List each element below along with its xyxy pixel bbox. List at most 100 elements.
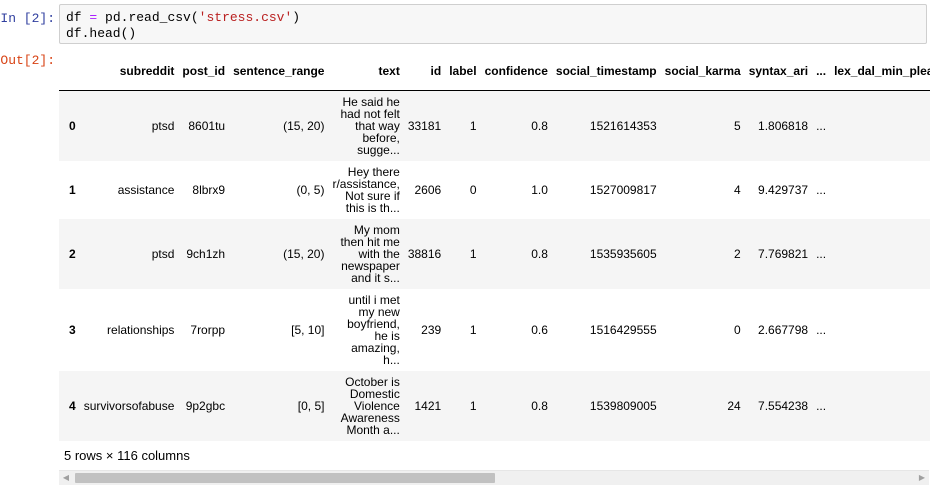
cell-lex-dal-min-pleasantness: 1.000 xyxy=(830,219,930,289)
cell-subreddit: survivorsofabuse xyxy=(83,398,175,413)
row-index: 4 xyxy=(69,398,76,413)
scrollbar-thumb[interactable] xyxy=(75,473,495,483)
cell-social-karma: 4 xyxy=(734,182,741,197)
rows-info: 5 rows × 116 columns xyxy=(64,448,190,463)
cell-sentence-range: (0, 5) xyxy=(296,182,325,197)
cell-text: My mom then hit me with the newspaper an… xyxy=(340,222,400,285)
cell-text: until i met my new boyfriend, he is amaz… xyxy=(347,292,400,367)
cell-social-timestamp: 1539809005 xyxy=(589,398,657,413)
cell-ellipsis: ... xyxy=(816,322,827,337)
row-index: 2 xyxy=(69,246,76,261)
table-row: 1 assistance 8lbrx9 (0, 5) Hey there r/assis… xyxy=(59,161,930,219)
table-row: 0 ptsd 8601tu (15, 20) He said he had not fe… xyxy=(59,90,930,161)
cell-syntax-ari: 7.769821 xyxy=(758,246,809,261)
cell-post-id: 9ch1zh xyxy=(186,246,226,261)
cell-confidence: 1.0 xyxy=(531,182,548,197)
column-header: lex_dal_min_pleasantness xyxy=(830,52,930,91)
cell-social-karma: 24 xyxy=(727,398,741,413)
code-var: df xyxy=(66,10,82,25)
column-header: syntax_ari xyxy=(744,52,813,91)
cell-label: 1 xyxy=(469,398,477,413)
cell-sentence-range: [0, 5] xyxy=(297,398,325,413)
row-index: 1 xyxy=(69,182,76,197)
cell-sentence-range: (15, 20) xyxy=(283,246,325,261)
table-row: 2 ptsd 9ch1zh (15, 20) My mom then hit me wi… xyxy=(59,218,930,289)
cell-text: Hey there r/assistance, Not sure if this… xyxy=(332,164,400,215)
cell-syntax-ari: 1.806818 xyxy=(758,118,809,133)
code-line-1: df = pd.read_csv('stress.csv') xyxy=(66,10,920,26)
cell-sentence-range: (15, 20) xyxy=(283,118,325,133)
scroll-left-icon[interactable]: ◀ xyxy=(59,471,73,485)
column-header: text xyxy=(328,52,404,91)
code-paren: ) xyxy=(292,10,301,25)
column-header xyxy=(59,52,80,91)
code-string: 'stress.csv' xyxy=(198,10,293,25)
cell-label: 1 xyxy=(469,246,477,261)
dataframe-table: subreddit post_id sentence_range text id labe… xyxy=(59,52,930,441)
cell-subreddit: assistance xyxy=(117,182,175,197)
cell-post-id: 8lbrx9 xyxy=(192,182,226,197)
cell-social-karma: 2 xyxy=(734,246,741,261)
cell-subreddit: ptsd xyxy=(151,246,175,261)
cell-social-timestamp: 1521614353 xyxy=(589,118,657,133)
cell-label: 1 xyxy=(469,322,477,337)
cell-label: 1 xyxy=(469,118,477,133)
column-header: ... xyxy=(812,52,831,91)
cell-social-karma: 0 xyxy=(734,322,741,337)
cell-post-id: 7rorpp xyxy=(190,322,226,337)
row-index: 3 xyxy=(69,322,76,337)
cell-id: 33181 xyxy=(407,118,442,133)
column-header: label xyxy=(445,52,481,91)
cell-subreddit: ptsd xyxy=(151,118,175,133)
cell-lex-dal-min-pleasantness: 1.000 xyxy=(830,371,930,441)
cell-id: 2606 xyxy=(414,182,442,197)
cell-syntax-ari: 7.554238 xyxy=(758,398,809,413)
cell-social-timestamp: 1516429555 xyxy=(589,322,657,337)
cell-ellipsis: ... xyxy=(816,246,827,261)
cell-label: 0 xyxy=(469,182,477,197)
output-area: subreddit post_id sentence_range text id labe… xyxy=(59,52,930,488)
column-header: id xyxy=(403,52,446,91)
cell-social-timestamp: 1535935605 xyxy=(589,246,657,261)
column-header: confidence xyxy=(480,52,552,91)
cell-lex-dal-min-pleasantness: 1.000 xyxy=(830,91,930,161)
scroll-right-icon[interactable]: ▶ xyxy=(915,471,929,485)
cell-social-karma: 5 xyxy=(734,118,741,133)
cell-confidence: 0.8 xyxy=(531,246,548,261)
cell-sentence-range: [5, 10] xyxy=(291,322,325,337)
row-index: 0 xyxy=(69,118,76,133)
code-operator: = xyxy=(89,10,98,25)
table-body: 0 ptsd 8601tu (15, 20) He said he had not fe… xyxy=(59,90,930,441)
cell-ellipsis: ... xyxy=(816,182,827,197)
column-header: sentence_range xyxy=(229,52,329,91)
code-cell[interactable]: df = pd.read_csv('stress.csv') df.head() xyxy=(59,4,927,44)
column-header: subreddit xyxy=(79,52,179,91)
column-header: post_id xyxy=(178,52,230,91)
cell-ellipsis: ... xyxy=(816,398,827,413)
table-row: 4 survivorsofabuse 9p2gbc [0, 5] October is … xyxy=(59,370,930,441)
cell-syntax-ari: 9.429737 xyxy=(758,182,809,197)
cell-confidence: 0.6 xyxy=(531,322,548,337)
horizontal-scrollbar[interactable]: ◀ ▶ xyxy=(59,470,929,485)
input-prompt: In [2]: xyxy=(0,11,55,26)
column-header: social_timestamp xyxy=(551,52,661,91)
cell-subreddit: relationships xyxy=(107,322,175,337)
table-row: 3 relationships 7rorpp [5, 10] until i met m… xyxy=(59,289,930,371)
cell-post-id: 8601tu xyxy=(188,118,226,133)
cell-text: He said he had not felt that way before,… xyxy=(340,94,400,157)
header-row: subreddit post_id sentence_range text id labe… xyxy=(59,52,930,91)
cell-confidence: 0.8 xyxy=(531,398,548,413)
cell-lex-dal-min-pleasantness: 1.000 xyxy=(830,289,930,371)
cell-id: 239 xyxy=(421,322,442,337)
cell-text: October is Domestic Violence Awareness M… xyxy=(340,374,400,437)
output-prompt: Out[2]: xyxy=(0,53,55,68)
cell-syntax-ari: 2.667798 xyxy=(758,322,809,337)
column-header: social_karma xyxy=(660,52,745,91)
cell-ellipsis: ... xyxy=(816,118,827,133)
cell-confidence: 0.8 xyxy=(531,118,548,133)
cell-lex-dal-min-pleasantness: 1.125 xyxy=(830,161,930,219)
cell-id: 1421 xyxy=(414,398,442,413)
code-line-2: df.head() xyxy=(66,26,137,41)
cell-id: 38816 xyxy=(407,246,442,261)
code-call: pd.read_csv( xyxy=(105,10,199,25)
